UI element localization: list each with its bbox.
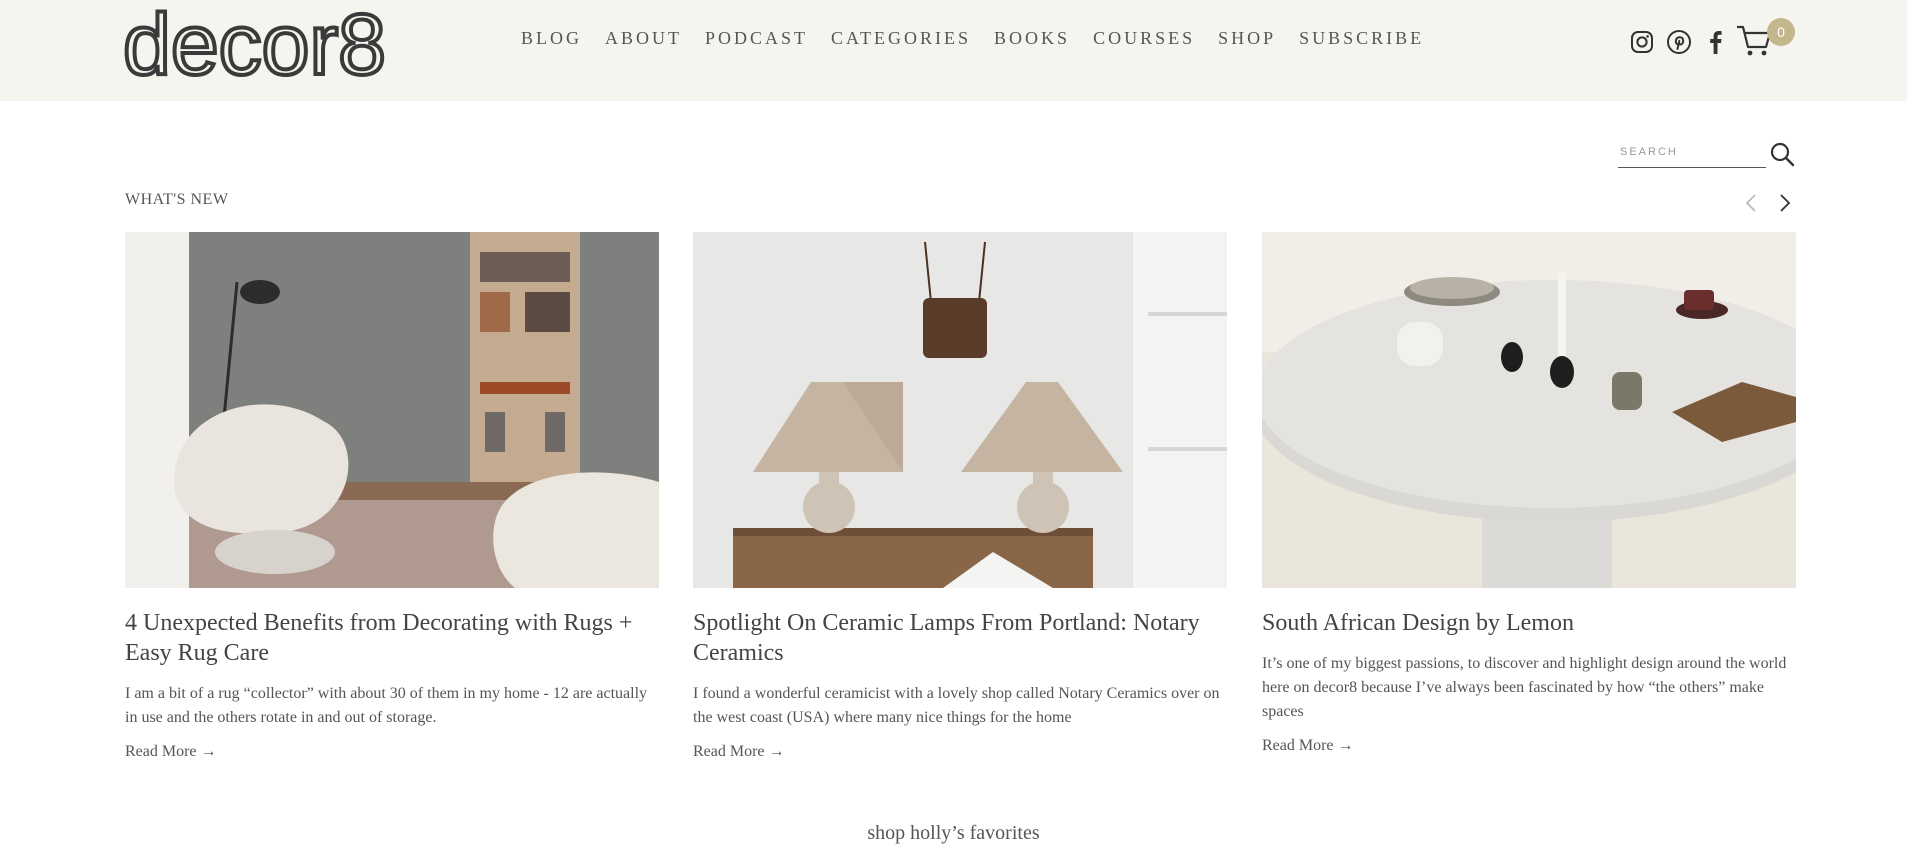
search-field-wrapper [1618, 138, 1766, 168]
nav-podcast[interactable]: PODCAST [705, 28, 808, 49]
facebook-icon[interactable] [1705, 30, 1725, 54]
post-title[interactable]: Spotlight On Ceramic Lamps From Portland… [693, 608, 1227, 668]
instagram-icon[interactable] [1630, 30, 1654, 54]
nav-subscribe[interactable]: SUBSCRIBE [1299, 28, 1424, 49]
read-more-link[interactable]: Read More → [1262, 737, 1354, 755]
nav-about[interactable]: ABOUT [605, 28, 682, 49]
main-nav: BLOG ABOUT PODCAST CATEGORIES BOOKS COUR… [521, 28, 1447, 49]
post-card: Spotlight On Ceramic Lamps From Portland… [693, 232, 1227, 761]
search-icon[interactable] [1769, 141, 1795, 167]
site-logo[interactable]: decor8 [121, 0, 423, 95]
nav-shop[interactable]: SHOP [1218, 28, 1276, 49]
pinterest-icon[interactable] [1666, 29, 1692, 55]
post-image-lemon-design[interactable] [1262, 232, 1796, 588]
post-excerpt: I am a bit of a rug “collector” with abo… [125, 685, 648, 726]
nav-categories[interactable]: CATEGORIES [831, 28, 971, 49]
site-header: decor8 BLOG ABOUT PODCAST CATEGORIES BOO… [0, 0, 1907, 101]
nav-blog[interactable]: BLOG [521, 28, 582, 49]
chevron-left-icon[interactable] [1743, 193, 1759, 213]
read-more-link[interactable]: Read More → [125, 743, 217, 761]
chevron-right-icon[interactable] [1777, 193, 1793, 213]
post-image-rugs[interactable] [125, 232, 659, 588]
decor8-logo-icon: decor8 [121, 0, 388, 95]
read-more-link[interactable]: Read More → [693, 743, 785, 761]
post-card: 4 Unexpected Benefits from Decorating wi… [125, 232, 659, 761]
shop-favorites-heading[interactable]: shop holly’s favorites [0, 822, 1907, 845]
svg-text:decor8: decor8 [123, 4, 386, 84]
nav-books[interactable]: BOOKS [994, 28, 1070, 49]
post-image-ceramic-lamps[interactable] [693, 232, 1227, 588]
nav-courses[interactable]: COURSES [1093, 28, 1195, 49]
search-input[interactable] [1618, 138, 1758, 166]
post-excerpt: I found a wonderful ceramicist with a lo… [693, 685, 1220, 726]
post-excerpt: It’s one of my biggest passions, to disc… [1262, 655, 1787, 720]
post-title[interactable]: 4 Unexpected Benefits from Decorating wi… [125, 608, 659, 668]
cart-count-badge[interactable]: 0 [1767, 18, 1795, 46]
post-title[interactable]: South African Design by Lemon [1262, 608, 1796, 638]
post-card: South African Design by Lemon It’s one o… [1262, 232, 1796, 755]
section-title: WHAT'S NEW [125, 191, 229, 208]
